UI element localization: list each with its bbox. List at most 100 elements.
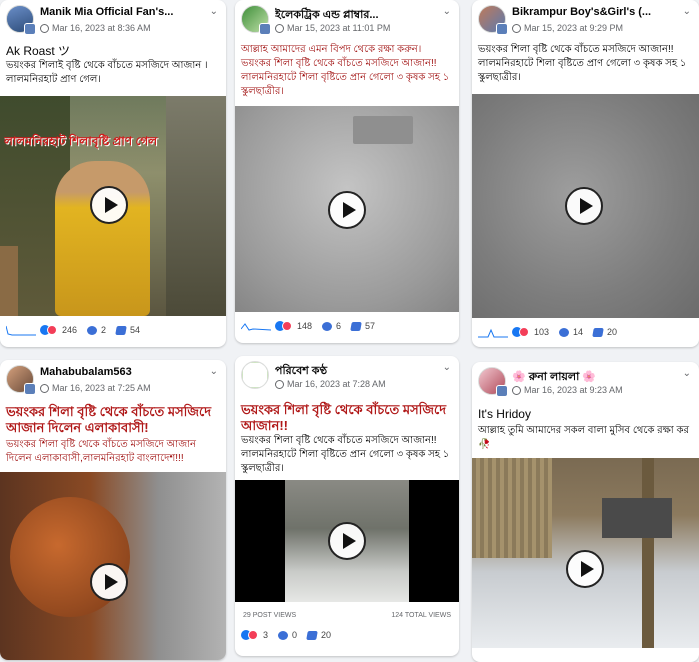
video-thumbnail[interactable]: [0, 472, 226, 660]
reaction-count[interactable]: 3: [263, 630, 268, 640]
reaction-count[interactable]: 246: [62, 325, 77, 335]
post-title: ভয়ংকর শিলা বৃষ্টি থেকে বাঁচতে মসজিদে আজ…: [6, 404, 212, 435]
reactions-icon: [40, 325, 58, 335]
post-meta: Mar 16, 2023 at 9:23 AM: [512, 385, 623, 395]
globe-icon: [40, 383, 49, 393]
share-icon: [115, 325, 127, 335]
post-header: Bikrampur Boy's&Girl's (... Mar 15, 2023…: [478, 5, 693, 37]
share-icon: [306, 630, 318, 640]
avatar[interactable]: [241, 361, 269, 389]
comment-icon: [87, 325, 98, 335]
post-card: পরিবেশ কণ্ঠ Mar 16, 2023 at 7:28 AM ⌄ ভয…: [235, 356, 459, 656]
video-thumbnail[interactable]: লালমনিরহাট শিলাবৃষ্টি প্রাণ গেল: [0, 96, 226, 316]
comment-count[interactable]: 2: [101, 325, 106, 335]
play-button-icon[interactable]: [328, 191, 366, 229]
post-title: ভয়ংকর শিলা বৃষ্টি থেকে বাঁচতে মসজিদে আজ…: [241, 402, 447, 433]
comment-count[interactable]: 14: [573, 327, 583, 337]
chevron-down-icon[interactable]: ⌄: [443, 6, 451, 17]
total-view-count: 124 TOTAL VIEWS: [391, 612, 451, 619]
post-meta: Mar 15, 2023 at 9:29 PM: [512, 23, 623, 33]
post-stats: 3 0 20: [241, 626, 453, 644]
post-title: Ak Roast ツ: [6, 44, 71, 58]
post-meta: Mar 16, 2023 at 7:25 AM: [40, 383, 151, 393]
post-title: It's Hridoy: [478, 407, 531, 421]
post-meta: Mar 16, 2023 at 7:28 AM: [275, 379, 386, 389]
share-count[interactable]: 54: [130, 325, 140, 335]
post-card: 🌸 রুনা লায়লা 🌸 Mar 16, 2023 at 9:23 AM …: [472, 362, 699, 662]
play-button-icon[interactable]: [565, 187, 603, 225]
author-name[interactable]: Mahabubalam563: [40, 366, 198, 378]
post-date[interactable]: Mar 16, 2023 at 7:28 AM: [287, 379, 386, 389]
post-header: 🌸 রুনা লায়লা 🌸 Mar 16, 2023 at 9:23 AM …: [478, 367, 693, 399]
post-header: পরিবেশ কণ্ঠ Mar 16, 2023 at 7:28 AM ⌄: [241, 361, 453, 393]
chevron-down-icon[interactable]: ⌄: [683, 368, 691, 379]
post-stats: 103 14 20: [478, 323, 693, 341]
post-card: Manik Mia Official Fan's... Mar 16, 2023…: [0, 0, 226, 347]
sparkline-icon: [478, 328, 508, 338]
post-stats: 246 2 54: [6, 321, 220, 339]
share-count[interactable]: 20: [321, 630, 331, 640]
post-date[interactable]: Mar 16, 2023 at 7:25 AM: [52, 383, 151, 393]
post-text: ভয়ংকর শিলাই বৃষ্টি থেকে বাঁচতে মসজিদে আ…: [6, 60, 208, 85]
video-thumbnail[interactable]: [472, 458, 699, 648]
post-card: ইলেকট্রিক এন্ড প্লাম্বার... Mar 15, 2023…: [235, 0, 459, 343]
page-badge-icon: [24, 23, 36, 35]
play-button-icon[interactable]: [328, 522, 366, 560]
post-header: Manik Mia Official Fan's... Mar 16, 2023…: [6, 5, 220, 37]
comment-icon: [559, 327, 570, 337]
post-header: ইলেকট্রিক এন্ড প্লাম্বার... Mar 15, 2023…: [241, 5, 453, 37]
author-name[interactable]: Bikrampur Boy's&Girl's (...: [512, 6, 671, 18]
sparkline-icon: [241, 323, 271, 331]
comment-count[interactable]: 6: [336, 321, 341, 331]
share-icon: [592, 327, 604, 337]
share-icon: [350, 321, 362, 331]
post-card: Bikrampur Boy's&Girl's (... Mar 15, 2023…: [472, 0, 699, 347]
chevron-down-icon[interactable]: ⌄: [210, 6, 218, 17]
post-date[interactable]: Mar 16, 2023 at 9:23 AM: [524, 385, 623, 395]
play-button-icon[interactable]: [90, 186, 128, 224]
page-badge-icon: [496, 23, 508, 35]
post-date[interactable]: Mar 15, 2023 at 11:01 PM: [287, 23, 390, 33]
page-badge-icon: [259, 23, 271, 35]
reactions-icon: [275, 321, 293, 331]
post-text: আল্লাহ তুমি আমাদের সকল বালা মুসিব থেকে র…: [478, 425, 689, 450]
post-view-count: 29 POST VIEWS: [243, 612, 297, 619]
comment-count[interactable]: 0: [292, 630, 297, 640]
page-badge-icon: [496, 385, 508, 397]
post-text: ভয়ংকর শিলা বৃষ্টি থেকে বাঁচতে মসজিদে আজ…: [6, 439, 197, 464]
post-date[interactable]: Mar 16, 2023 at 8:36 AM: [52, 23, 151, 33]
post-text: ভয়ংকর শিলা বৃষ্টি থেকে বাঁচতে মসজিদে আজ…: [241, 435, 450, 474]
post-text: আল্লাহ আমাদের এমন বিপদ থেকে রক্ষা করুন। …: [241, 44, 450, 97]
post-meta: Mar 15, 2023 at 11:01 PM: [275, 23, 390, 33]
globe-icon: [40, 23, 49, 33]
post-card: Mahabubalam563 Mar 16, 2023 at 7:25 AM ⌄…: [0, 360, 226, 660]
video-thumbnail[interactable]: [472, 94, 699, 318]
post-meta: Mar 16, 2023 at 8:36 AM: [40, 23, 151, 33]
play-button-icon[interactable]: [566, 550, 604, 588]
post-stats: 148 6 57: [241, 317, 453, 335]
person-figure: [55, 161, 150, 316]
share-count[interactable]: 20: [607, 327, 617, 337]
author-name[interactable]: Manik Mia Official Fan's...: [40, 6, 198, 18]
post-header: Mahabubalam563 Mar 16, 2023 at 7:25 AM ⌄: [6, 365, 220, 397]
chevron-down-icon[interactable]: ⌄: [443, 362, 451, 373]
play-button-icon[interactable]: [90, 563, 128, 601]
video-thumbnail[interactable]: [235, 480, 459, 602]
share-count[interactable]: 57: [365, 321, 375, 331]
comment-icon: [322, 321, 333, 331]
sparkline-icon: [6, 325, 36, 336]
post-text: ভয়ংকর শিলা বৃষ্টি থেকে বাঁচতে মসজিদে আজ…: [478, 44, 687, 83]
reactions-icon: [241, 630, 259, 640]
comment-icon: [278, 630, 289, 640]
chevron-down-icon[interactable]: ⌄: [683, 6, 691, 17]
reaction-count[interactable]: 103: [534, 327, 549, 337]
page-badge-icon: [24, 383, 36, 395]
chevron-down-icon[interactable]: ⌄: [210, 366, 218, 377]
globe-icon: [275, 379, 284, 389]
globe-icon: [275, 23, 284, 33]
overlay-text: লালমনিরহাট শিলাবৃষ্টি প্রাণ গেল: [4, 134, 158, 148]
reaction-count[interactable]: 148: [297, 321, 312, 331]
video-thumbnail[interactable]: [235, 106, 459, 312]
post-date[interactable]: Mar 15, 2023 at 9:29 PM: [524, 23, 623, 33]
person-figure: [0, 246, 18, 316]
